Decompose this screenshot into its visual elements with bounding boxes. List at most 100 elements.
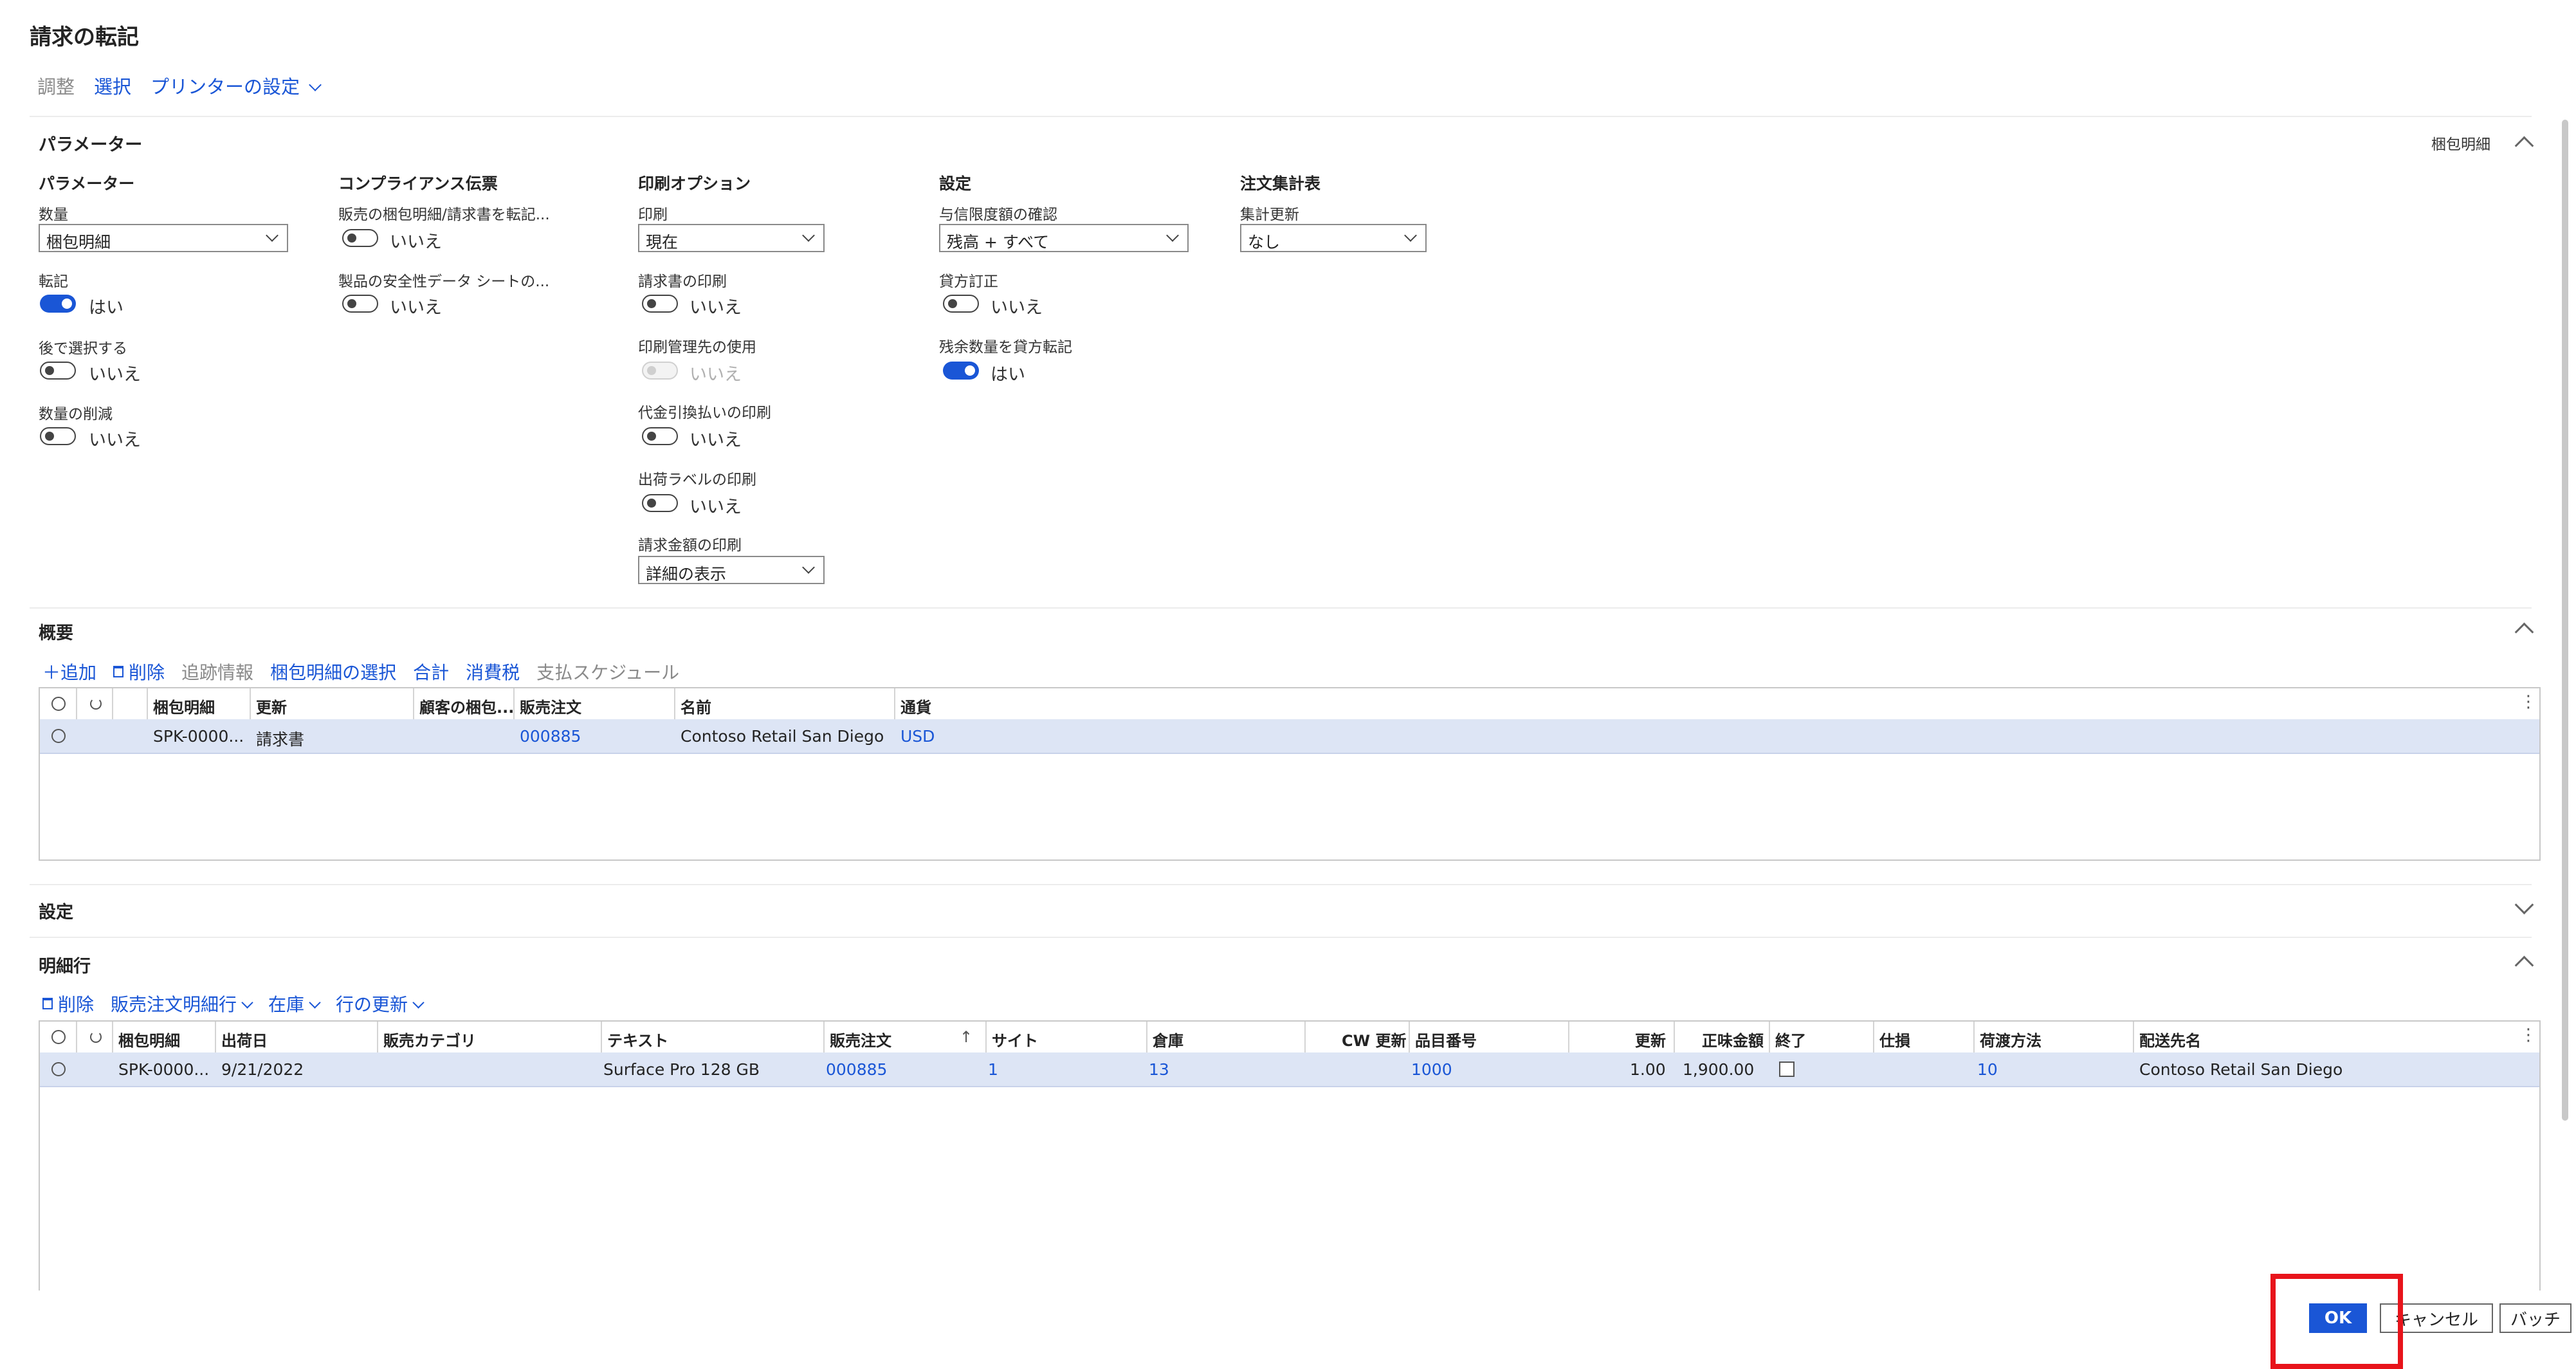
add-button[interactable]: ＋追加: [42, 659, 96, 684]
col-sales-order[interactable]: 販売注文: [830, 1028, 891, 1051]
divider: [30, 937, 2532, 938]
safety-sheet-label: 製品の安全性データ シートの...: [338, 273, 550, 290]
col-delivery-mode[interactable]: 荷渡方法: [1980, 1028, 2042, 1051]
refresh-icon[interactable]: [90, 698, 102, 710]
col-update[interactable]: 更新: [1635, 1028, 1666, 1051]
table-row[interactable]: SPK-0000... 9/21/2022 Surface Pro 128 GB…: [40, 1052, 2539, 1087]
sales-tax-button[interactable]: 消費税: [466, 659, 520, 684]
cell-sales-order-link[interactable]: 000885: [520, 727, 581, 746]
divider: [30, 607, 2532, 609]
col-text[interactable]: テキスト: [607, 1028, 668, 1051]
row-select-radio[interactable]: [51, 1062, 66, 1076]
col-site[interactable]: サイト: [992, 1028, 1038, 1051]
later-toggle-value: いいえ: [89, 365, 141, 385]
col-cw-update[interactable]: CW 更新: [1342, 1028, 1406, 1051]
cell-item-number-link[interactable]: 1000: [1411, 1060, 1452, 1079]
total-button[interactable]: 合計: [413, 659, 449, 684]
summary-update-dropdown[interactable]: なし: [1240, 224, 1427, 252]
chevron-up-icon[interactable]: [2514, 136, 2534, 156]
select-packing-button[interactable]: 梱包明細の選択: [270, 659, 396, 684]
select-all-radio[interactable]: [51, 1030, 66, 1044]
cell-ship-to-name: Contoso Retail San Diego: [2139, 1060, 2343, 1079]
chevron-down-icon[interactable]: [2514, 895, 2534, 915]
chevron-up-icon[interactable]: [2514, 622, 2534, 642]
table-row[interactable]: SPK-0000... 請求書 000885 Contoso Retail Sa…: [40, 719, 2539, 754]
overview-section-header[interactable]: 概要: [39, 619, 73, 644]
payment-schedule-button[interactable]: 支払スケジュール: [536, 659, 679, 684]
amount-print-dropdown[interactable]: 詳細の表示: [638, 556, 825, 584]
col-closed[interactable]: 終了: [1775, 1028, 1806, 1051]
invoice-print-toggle-value: いいえ: [690, 298, 742, 318]
col-ship-date[interactable]: 出荷日: [221, 1028, 268, 1051]
sales-order-line-menu[interactable]: 販売注文明細行: [111, 991, 253, 1016]
later-label: 後で選択する: [39, 340, 127, 357]
update-line-menu[interactable]: 行の更新: [336, 991, 425, 1016]
col-update[interactable]: 更新: [256, 695, 287, 717]
select-all-radio[interactable]: [51, 697, 66, 711]
col-customer-packing[interactable]: 顧客の梱包...: [419, 695, 514, 717]
row-select-radio[interactable]: [51, 729, 66, 743]
printer-setup-action[interactable]: プリンターの設定: [151, 72, 322, 99]
safety-sheet-toggle[interactable]: [342, 295, 378, 313]
parameters-section-header[interactable]: パラメーター: [39, 131, 142, 156]
col-net-amount[interactable]: 正味金額: [1702, 1028, 1764, 1051]
credit-limit-dropdown[interactable]: 残高 + すべて: [939, 224, 1189, 252]
col-warehouse[interactable]: 倉庫: [1153, 1028, 1183, 1051]
print-mgmt-toggle[interactable]: [642, 362, 678, 380]
vertical-scrollbar[interactable]: [2562, 120, 2568, 1121]
invoice-print-toggle[interactable]: [642, 295, 678, 313]
chevron-up-icon[interactable]: [2514, 955, 2534, 975]
col-packing-slip[interactable]: 梱包明細: [153, 695, 215, 717]
col-sales-category[interactable]: 販売カテゴリ: [383, 1028, 476, 1051]
closed-checkbox[interactable]: [1779, 1061, 1795, 1077]
settings-section-header[interactable]: 設定: [39, 898, 73, 923]
sales-post-toggle-value: いいえ: [390, 232, 442, 252]
cell-sales-order-link[interactable]: 000885: [826, 1060, 887, 1079]
sort-ascending-icon[interactable]: ↑: [960, 1028, 973, 1046]
cod-print-label: 代金引換払いの印刷: [638, 405, 771, 421]
remaining-qty-toggle[interactable]: [943, 362, 979, 380]
ship-label-print-toggle[interactable]: [642, 494, 678, 512]
inventory-menu[interactable]: 在庫: [268, 991, 321, 1016]
print-dropdown[interactable]: 現在: [638, 224, 825, 252]
reduce-toggle[interactable]: [40, 427, 76, 445]
quantity-dropdown[interactable]: 梱包明細: [39, 224, 288, 252]
col-scrap[interactable]: 仕損: [1879, 1028, 1910, 1051]
credit-correction-toggle[interactable]: [943, 295, 979, 313]
col-packing-slip[interactable]: 梱包明細: [118, 1028, 180, 1051]
col-ship-to-name[interactable]: 配送先名: [2139, 1028, 2201, 1051]
lines-section-header[interactable]: 明細行: [39, 952, 91, 977]
cell-currency-link[interactable]: USD: [900, 727, 935, 746]
cod-print-toggle-value: いいえ: [690, 430, 742, 450]
more-options-icon[interactable]: ⋮: [2520, 692, 2537, 712]
invoice-print-label: 請求書の印刷: [638, 273, 727, 290]
col-sales-order[interactable]: 販売注文: [520, 695, 581, 717]
sales-post-toggle[interactable]: [342, 229, 378, 247]
col-compliance-header: コンプライアンス伝票: [338, 174, 498, 193]
cell-name: Contoso Retail San Diego: [681, 727, 884, 746]
plus-icon: ＋: [42, 662, 61, 683]
cell-site-link[interactable]: 1: [988, 1060, 998, 1079]
delete-button[interactable]: 削除: [113, 659, 165, 684]
more-options-icon[interactable]: ⋮: [2520, 1025, 2537, 1045]
adjust-action[interactable]: 調整: [37, 72, 75, 99]
later-toggle[interactable]: [40, 362, 76, 380]
summary-update-label: 集計更新: [1240, 207, 1299, 223]
batch-button[interactable]: バッチ: [2499, 1303, 2571, 1333]
col-currency[interactable]: 通貨: [900, 695, 931, 717]
cod-print-toggle[interactable]: [642, 427, 678, 445]
col-parameters-header: パラメーター: [39, 174, 135, 193]
tracking-info-button[interactable]: 追跡情報: [181, 659, 253, 684]
chevron-down-icon: [802, 229, 815, 242]
refresh-icon[interactable]: [90, 1031, 102, 1043]
col-name[interactable]: 名前: [681, 695, 711, 717]
quantity-label: 数量: [39, 207, 68, 223]
overview-grid: 梱包明細 更新 顧客の梱包... 販売注文 名前 通貨 ⋮ SPK-0000..…: [39, 687, 2541, 861]
select-action[interactable]: 選択: [94, 72, 131, 99]
lines-delete-button[interactable]: 削除: [42, 991, 94, 1016]
cell-warehouse-link[interactable]: 13: [1149, 1060, 1169, 1079]
post-toggle[interactable]: [40, 295, 76, 313]
cell-delivery-mode-link[interactable]: 10: [1977, 1060, 1998, 1079]
col-item-number[interactable]: 品目番号: [1415, 1028, 1477, 1051]
chevron-down-icon: [412, 997, 425, 1009]
